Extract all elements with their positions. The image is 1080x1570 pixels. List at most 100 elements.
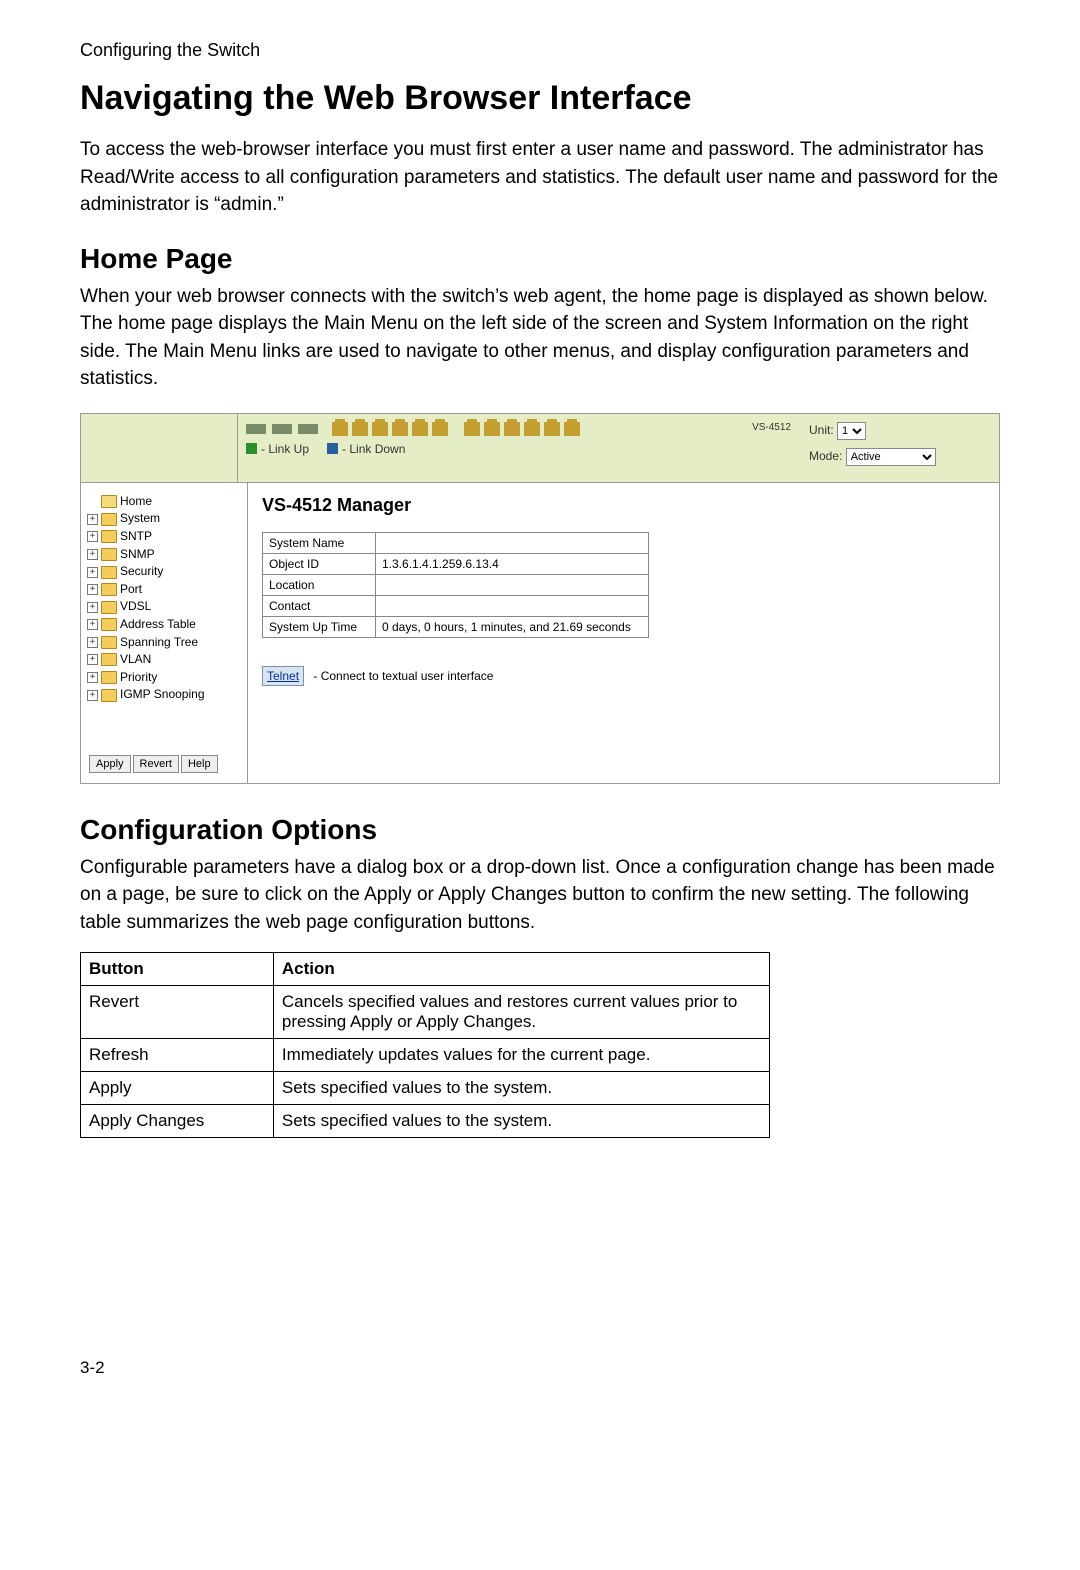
switch-port-panel [246,422,752,436]
table-row: Apply ChangesSets specified values to th… [81,1105,770,1138]
sidebar-item-label: Spanning Tree [120,635,198,651]
button-action: Cancels specified values and restores cu… [273,986,769,1039]
sidebar-item-port[interactable]: + Port [87,581,243,599]
folder-icon [101,618,117,631]
table-row: Location [263,574,649,595]
expand-icon[interactable]: + [87,584,98,595]
sidebar-item-security[interactable]: + Security [87,563,243,581]
button-name: Apply Changes [81,1105,274,1138]
sidebar-item-spanning-tree[interactable]: + Spanning Tree [87,634,243,652]
manager-title: VS-4512 Manager [262,495,985,516]
expand-icon[interactable]: + [87,549,98,560]
expand-icon[interactable]: + [87,672,98,683]
col-button: Button [81,953,274,986]
port-icon[interactable] [504,422,520,436]
button-name: Apply [81,1072,274,1105]
info-key: Object ID [263,553,376,574]
folder-icon [101,636,117,649]
port-icon[interactable] [484,422,500,436]
port-icon[interactable] [464,422,480,436]
port-icon[interactable] [332,422,348,436]
sidebar-item-address-table[interactable]: + Address Table [87,616,243,634]
sidebar-item-system[interactable]: + System [87,510,243,528]
sidebar-item-sntp[interactable]: + SNTP [87,528,243,546]
sidebar-item-priority[interactable]: +Priority [87,669,243,687]
sidebar-item-home[interactable]: +Home [87,493,243,511]
port-icon[interactable] [564,422,580,436]
home-page-heading: Home Page [80,243,1000,275]
sidebar-item-label: Address Table [120,617,196,633]
sidebar-item-label: SNMP [120,547,155,563]
config-buttons-table: Button Action RevertCancels specified va… [80,952,770,1138]
intro-paragraph: To access the web-browser interface you … [80,136,1000,219]
main-menu-sidebar: +Home+System+SNTP+SNMP+Security+Port+VDS… [81,483,248,783]
port-icon[interactable] [432,422,448,436]
info-key: Contact [263,595,376,616]
revert-button[interactable]: Revert [133,755,179,773]
button-name: Revert [81,986,274,1039]
expand-icon[interactable]: + [87,654,98,665]
folder-icon [101,513,117,526]
folder-icon [101,566,117,579]
col-action: Action [273,953,769,986]
help-button[interactable]: Help [181,755,218,773]
button-action: Sets specified values to the system. [273,1105,769,1138]
folder-icon [101,653,117,666]
folder-icon [101,548,117,561]
telnet-button[interactable]: Telnet [262,666,304,686]
table-row: ApplySets specified values to the system… [81,1072,770,1105]
expand-icon[interactable]: + [87,531,98,542]
folder-icon [101,601,117,614]
info-key: System Up Time [263,616,376,637]
unit-select[interactable]: 1 [837,422,866,440]
table-row: Contact [263,595,649,616]
breadcrumb: Configuring the Switch [80,40,1000,61]
table-row: RevertCancels specified values and resto… [81,986,770,1039]
folder-icon [101,689,117,702]
port-icon[interactable] [412,422,428,436]
port-icon[interactable] [352,422,368,436]
expand-icon[interactable]: + [87,567,98,578]
button-action: Immediately updates values for the curre… [273,1039,769,1072]
home-page-text: When your web browser connects with the … [80,283,1000,393]
sidebar-item-igmp-snooping[interactable]: + IGMP Snooping [87,686,243,704]
apply-button[interactable]: Apply [89,755,131,773]
sidebar-item-label: Port [120,582,142,598]
sidebar-item-label: Home [120,494,152,510]
sidebar-item-label: SNTP [120,529,152,545]
telnet-desc: - Connect to textual user interface [310,669,493,683]
model-label: VS-4512 [752,422,791,433]
info-value [376,595,649,616]
switch-ui-screenshot: VS-4512 - Link Up - Link Down [80,413,1000,784]
sidebar-item-snmp[interactable]: + SNMP [87,546,243,564]
sidebar-item-vdsl[interactable]: +VDSL [87,598,243,616]
port-icon[interactable] [544,422,560,436]
folder-icon [101,530,117,543]
link-down-swatch [327,443,338,454]
info-key: Location [263,574,376,595]
page-number: 3-2 [80,1358,1000,1378]
port-icon[interactable] [372,422,388,436]
table-row: System Name [263,532,649,553]
expand-icon[interactable]: + [87,619,98,630]
expand-icon[interactable]: + [87,690,98,701]
sidebar-item-label: System [120,511,160,527]
link-up-label: - Link Up [261,442,309,456]
port-icon[interactable] [524,422,540,436]
mode-label: Mode: [809,449,842,463]
info-value: 1.3.6.1.4.1.259.6.13.4 [376,553,649,574]
mode-select[interactable]: Active [846,448,936,466]
sidebar-item-label: Security [120,564,163,580]
expand-icon[interactable]: + [87,602,98,613]
sidebar-item-label: IGMP Snooping [120,687,205,703]
expand-icon[interactable]: + [87,637,98,648]
expand-icon[interactable]: + [87,514,98,525]
config-options-text: Configurable parameters have a dialog bo… [80,854,1000,937]
folder-icon [101,671,117,684]
system-info-table: System NameObject ID1.3.6.1.4.1.259.6.13… [262,532,649,638]
page-title: Navigating the Web Browser Interface [80,79,1000,118]
port-icon[interactable] [392,422,408,436]
unit-label: Unit: [809,423,834,437]
sidebar-item-vlan[interactable]: +VLAN [87,651,243,669]
config-options-heading: Configuration Options [80,814,1000,846]
